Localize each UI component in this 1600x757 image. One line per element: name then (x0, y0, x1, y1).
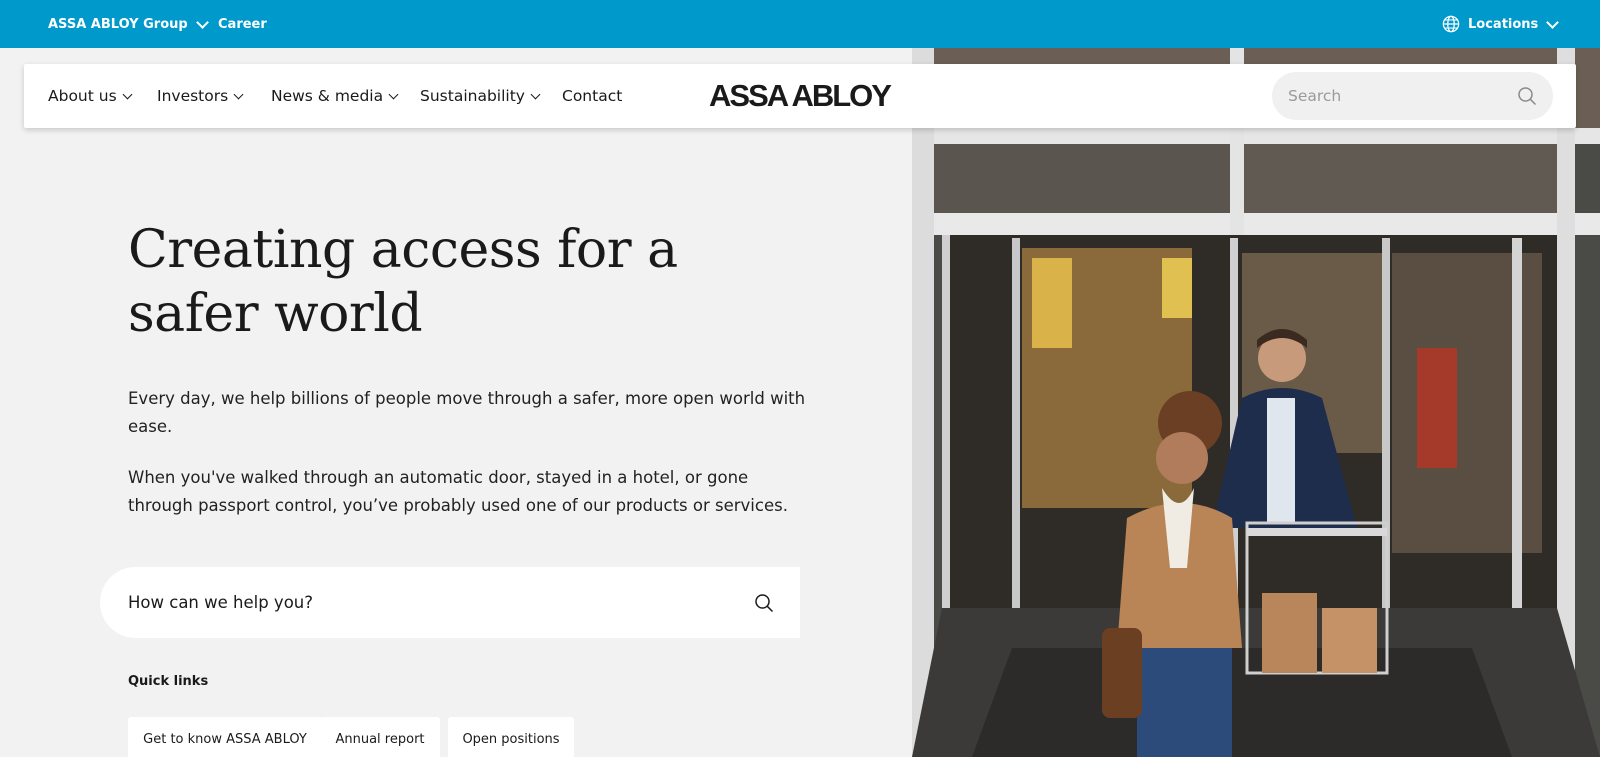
assa-abloy-logo[interactable]: ASSA ABLOY (709, 78, 892, 114)
help-search-input[interactable]: How can we help you? (100, 567, 800, 638)
nav-item-contact[interactable]: Contact (562, 64, 622, 128)
nav-item-investors[interactable]: Investors (157, 64, 244, 128)
help-search-placeholder: How can we help you? (128, 593, 314, 612)
hero-paragraph-2: When you've walked through an automatic … (128, 468, 788, 515)
locations-menu[interactable]: Locations (1442, 0, 1560, 48)
nav-item-label: Sustainability (420, 87, 525, 105)
nav-item-label: Investors (157, 87, 229, 105)
chevron-down-icon (530, 89, 541, 99)
career-link[interactable]: Career (218, 0, 267, 48)
group-menu-label: ASSA ABLOY Group (48, 16, 188, 32)
main-navigation: About us Investors News & media Sustaina… (24, 64, 1576, 128)
chevron-down-icon (388, 89, 399, 99)
career-label: Career (218, 16, 267, 32)
chevron-down-icon (195, 15, 209, 29)
search-placeholder: Search (1288, 87, 1342, 105)
nav-item-label: Contact (562, 87, 623, 105)
hero-headline: Creating access for a safer world (128, 220, 678, 344)
chevron-down-icon (233, 89, 244, 99)
nav-item-news-media[interactable]: News & media (271, 64, 399, 128)
nav-item-label: News & media (271, 87, 384, 105)
nav-item-label: About us (48, 87, 117, 105)
hero-paragraph-1: Every day, we help billions of people mo… (128, 389, 806, 436)
storefront-photo (912, 48, 1600, 757)
hero-image (912, 48, 1600, 757)
top-utility-bar: ASSA ABLOY Group Career Locations (0, 0, 1600, 48)
chevron-down-icon (1546, 15, 1560, 29)
group-menu[interactable]: ASSA ABLOY Group (48, 0, 209, 48)
quick-links-title: Quick links (128, 674, 209, 689)
nav-item-about-us[interactable]: About us (48, 64, 133, 128)
quick-link-annual-report[interactable]: Annual report (320, 717, 440, 757)
site-search-input[interactable]: Search (1272, 72, 1553, 120)
search-icon[interactable] (754, 593, 774, 613)
locations-label: Locations (1468, 16, 1539, 32)
chevron-down-icon (122, 89, 133, 99)
search-icon[interactable] (1517, 86, 1537, 106)
quick-link-open-positions[interactable]: Open positions (448, 717, 574, 757)
globe-icon (1442, 15, 1460, 33)
quick-link-get-to-know[interactable]: Get to know ASSA ABLOY (128, 717, 322, 757)
nav-item-sustainability[interactable]: Sustainability (420, 64, 541, 128)
